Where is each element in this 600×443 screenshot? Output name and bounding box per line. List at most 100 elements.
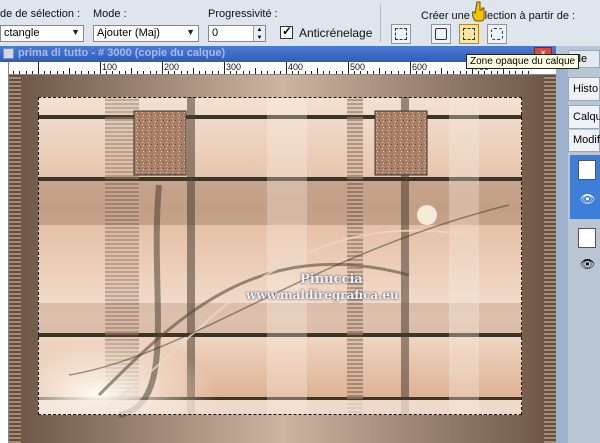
feather-spinbox[interactable]: 0 ▲ ▼	[208, 25, 266, 42]
ruler-label: 300	[226, 62, 242, 72]
ruler-tick	[453, 71, 455, 74]
selection-type-combo[interactable]: ctangle ▼	[0, 25, 84, 42]
layers-tab-label: Calqu	[573, 111, 600, 123]
ruler-tick	[143, 71, 145, 74]
ruler-tick	[385, 71, 387, 74]
vector-selection-icon	[491, 28, 503, 40]
ruler-tick	[255, 68, 256, 74]
ruler-label: 200	[164, 62, 180, 72]
eye-icon[interactable]: 👁	[580, 258, 595, 270]
ruler-tick	[118, 71, 120, 74]
mask-selection-icon	[435, 28, 447, 40]
ruler-tick	[317, 68, 318, 74]
ruler-tick	[496, 71, 498, 74]
feather-label: Progressivité :	[208, 8, 278, 20]
ruler-tick	[155, 71, 157, 74]
ruler-tick	[56, 71, 58, 74]
selection-type-value: ctangle	[4, 27, 40, 39]
ruler-tick	[93, 71, 95, 74]
ruler-tick	[521, 71, 523, 74]
ruler-tick	[217, 71, 219, 74]
ruler-tick	[465, 71, 467, 74]
toolbar-separator	[380, 4, 381, 42]
document-icon	[3, 48, 14, 59]
chevron-down-icon: ▼	[186, 27, 195, 37]
history-tab-label: Histo	[573, 83, 599, 95]
create-from-label: Créer une sélection à partir de :	[421, 10, 576, 22]
ruler-tick	[100, 62, 101, 74]
layer-thumbnail[interactable]	[578, 228, 596, 248]
spin-down-icon[interactable]: ▼	[254, 34, 265, 42]
ruler-tick	[162, 62, 163, 74]
ruler-tick	[273, 71, 275, 74]
ruler-tick	[13, 71, 15, 74]
ruler-tick	[248, 71, 250, 74]
ruler-tick	[410, 62, 411, 74]
ruler-tick	[193, 68, 194, 74]
ruler-tick	[403, 71, 405, 74]
spin-up-icon[interactable]: ▲	[254, 26, 265, 34]
document-title: prima di tutto - # 3000 (copie du calque…	[18, 47, 226, 59]
ruler-tick	[434, 71, 436, 74]
ruler-tick	[372, 71, 374, 74]
ruler-tick	[69, 68, 70, 74]
ruler-tick	[267, 71, 269, 74]
ruler-tick	[391, 71, 393, 74]
tool-options-bar: de de sélection : ctangle ▼ Mode : Ajout…	[0, 0, 600, 47]
ruler-tick	[44, 71, 46, 74]
ruler-tick	[199, 71, 201, 74]
ruler-tick	[131, 68, 132, 74]
blend-mode-row[interactable]: Modif	[568, 130, 600, 152]
layer-thumbnail[interactable]	[578, 160, 596, 180]
antialias-label: Anticrénelage	[299, 26, 373, 40]
ruler-tick	[261, 71, 263, 74]
ruler-tick	[180, 71, 182, 74]
image-canvas[interactable]	[9, 75, 556, 443]
mode-combo[interactable]: Ajouter (Maj) ▼	[93, 25, 199, 42]
ruler-tick	[515, 71, 517, 74]
edit-selection-button[interactable]	[391, 24, 411, 44]
selection-edit-icon	[395, 28, 407, 40]
watermark-url: www.maldiregrafica.eu	[246, 288, 399, 302]
ruler-tick	[38, 62, 39, 74]
ruler-tick	[447, 71, 449, 74]
ruler-tick	[323, 71, 325, 74]
ruler-tick	[441, 68, 442, 74]
artwork	[9, 75, 556, 443]
layer-opaque-selection-icon	[463, 28, 475, 40]
ruler-tick	[527, 71, 529, 74]
ruler-tick	[75, 71, 77, 74]
ruler-tick	[87, 71, 89, 74]
ruler-tick	[31, 71, 33, 74]
ruler-tick	[62, 71, 64, 74]
antialias-checkbox[interactable]: ✓	[280, 24, 293, 39]
selection-type-label: de de sélection :	[0, 8, 81, 20]
watermark-name: Pinuccia	[300, 272, 363, 287]
ruler-tick	[124, 71, 126, 74]
feather-value: 0	[212, 27, 219, 39]
ruler-tick	[50, 71, 52, 74]
checkmark-icon: ✓	[282, 24, 293, 38]
ruler-tick	[397, 71, 399, 74]
layers-panel-tab[interactable]: Calqu	[568, 105, 600, 129]
ruler-tick	[242, 71, 244, 74]
ruler-tick	[279, 71, 281, 74]
selection-from-vector-button[interactable]	[487, 24, 507, 44]
selection-from-mask-button[interactable]	[431, 24, 451, 44]
eye-icon[interactable]: 👁	[580, 193, 595, 205]
ruler-tick	[366, 71, 368, 74]
hand-pointer-icon	[472, 1, 485, 22]
ruler-tick	[329, 71, 331, 74]
ruler-label: 500	[350, 62, 366, 72]
ruler-tick	[428, 71, 430, 74]
ruler-tick	[459, 71, 461, 74]
ruler-tick	[205, 71, 207, 74]
spin-buttons[interactable]: ▲ ▼	[253, 26, 265, 41]
panel-scroll-strip[interactable]	[556, 60, 568, 443]
mode-label: Mode :	[93, 8, 127, 20]
ruler-tick	[348, 62, 349, 74]
selection-from-layer-opaque-button[interactable]	[459, 24, 479, 44]
ruler-tick	[211, 71, 213, 74]
history-panel-tab[interactable]: Histo	[568, 77, 600, 101]
blend-mode-label: Modif	[573, 134, 600, 146]
